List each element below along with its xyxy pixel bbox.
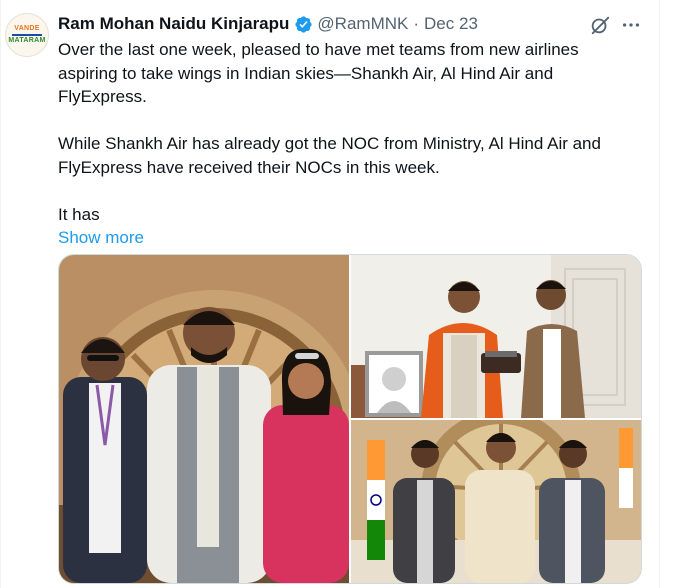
photo-1[interactable] [59, 255, 349, 583]
column-border-left [0, 0, 1, 588]
media-grid [58, 254, 642, 584]
tweet-paragraph-2: While Shankh Air has already got the NOC… [58, 134, 601, 177]
tweet-text: Over the last one week, pleased to have … [58, 38, 638, 250]
tweet-paragraph-1: Over the last one week, pleased to have … [58, 40, 579, 106]
verified-badge-icon[interactable] [294, 15, 313, 34]
show-more-link[interactable]: Show more [58, 226, 638, 250]
photo-2[interactable] [351, 255, 641, 418]
author-name[interactable]: Ram Mohan Naidu Kinjarapu [58, 14, 289, 34]
avatar-text-top: VANDE [14, 25, 40, 32]
column-border-right [659, 0, 660, 588]
author-handle[interactable]: @RamMNK [317, 14, 408, 34]
avatar-stripe [12, 34, 42, 36]
tweet-paragraph-3: It has [58, 204, 100, 224]
tweet-date[interactable]: Dec 23 [424, 14, 478, 34]
separator-dot: · [413, 14, 420, 33]
grok-icon[interactable] [589, 14, 611, 36]
tweet-header: Ram Mohan Naidu Kinjarapu @RamMNK · Dec … [58, 14, 478, 34]
photo-3[interactable] [351, 420, 641, 583]
more-options-icon[interactable] [620, 14, 642, 36]
avatar-text-bottom: MATARAM [8, 37, 46, 44]
avatar[interactable]: VANDE MATARAM [5, 13, 49, 57]
